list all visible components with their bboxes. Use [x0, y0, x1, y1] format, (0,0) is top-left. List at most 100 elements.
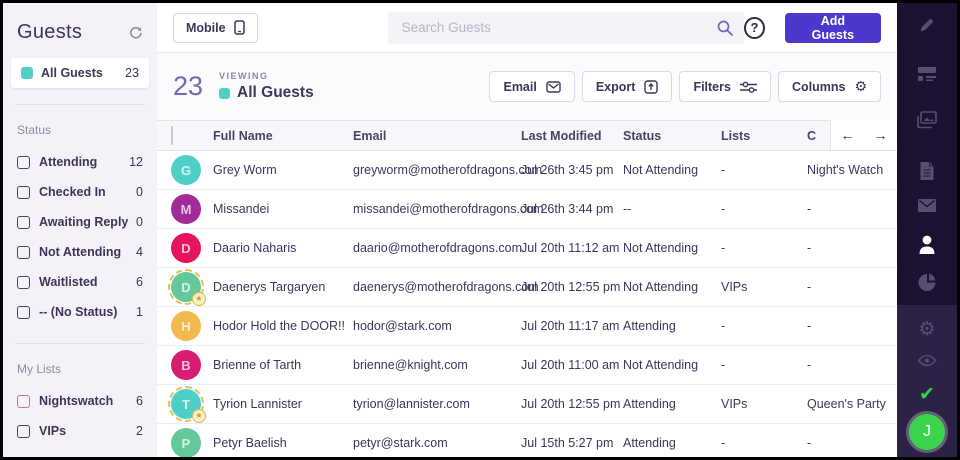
scroll-left-icon[interactable]: ←	[841, 128, 855, 142]
cell-full-name: Petyr Baelish	[213, 436, 353, 450]
images-icon	[917, 111, 937, 129]
columns-button[interactable]: Columns ⚙	[778, 71, 881, 102]
filter-count: 0	[136, 215, 143, 229]
filter-checkbox[interactable]	[17, 276, 30, 289]
forms-button[interactable]	[917, 66, 937, 82]
reports-button[interactable]	[918, 273, 937, 292]
table-row[interactable]: G Grey Worm greyworm@motherofdragons.com…	[157, 151, 897, 190]
table-row[interactable]: D Daario Naharis daario@motherofdragons.…	[157, 229, 897, 268]
filter-count: 1	[136, 305, 143, 319]
filter-checkbox[interactable]	[17, 425, 30, 438]
filter-label: Waitlisted	[39, 275, 136, 289]
all-guests-count: 23	[125, 66, 139, 80]
compose-button[interactable]	[917, 15, 937, 35]
status-filter-item[interactable]: Checked In 0	[3, 177, 157, 207]
filter-count: 12	[129, 155, 143, 169]
status-filter-item[interactable]: Attending 12	[3, 147, 157, 177]
guests-nav-button[interactable]	[917, 234, 937, 255]
cell-lists: -	[721, 358, 807, 372]
eye-icon	[917, 354, 937, 367]
select-all-checkbox[interactable]	[171, 126, 173, 145]
col-header-email[interactable]: Email	[353, 129, 521, 143]
help-button[interactable]: ?	[744, 17, 764, 39]
table-row[interactable]: D Daenerys Targaryen daenerys@motherofdr…	[157, 268, 897, 307]
vip-star-badge	[192, 292, 206, 306]
table-row[interactable]: T Tyrion Lannister tyrion@lannister.com …	[157, 385, 897, 424]
status-filter-item[interactable]: -- (No Status) 1	[3, 297, 157, 327]
cell-email: tyrion@lannister.com	[353, 397, 521, 411]
filter-checkbox[interactable]	[17, 156, 30, 169]
images-button[interactable]	[917, 111, 937, 129]
col-header-status[interactable]: Status	[623, 129, 721, 143]
cell-lists: -	[721, 241, 807, 255]
question-icon: ?	[751, 20, 759, 35]
status-filter-item[interactable]: Not Attending 4	[3, 237, 157, 267]
check-icon: ✔	[919, 385, 935, 404]
filter-checkbox[interactable]	[17, 216, 30, 229]
cell-status: Attending	[623, 319, 721, 333]
guests-sidebar: Guests All Guests 23 Status Attending 12	[3, 3, 157, 457]
filter-checkbox[interactable]	[17, 306, 30, 319]
table-row[interactable]: H Hodor Hold the DOOR!! hodor@stark.com …	[157, 307, 897, 346]
email-nav-button[interactable]	[917, 198, 937, 213]
sidebar-item-all-guests[interactable]: All Guests 23	[11, 58, 149, 88]
cell-lists: -	[721, 202, 807, 216]
table-header: Full Name Email Last Modified Status Lis…	[157, 120, 897, 151]
col-header-lists[interactable]: Lists	[721, 129, 807, 143]
list-filter-item[interactable]: VIPs 2	[3, 416, 157, 446]
forms-icon	[917, 66, 937, 82]
search-input[interactable]	[388, 12, 745, 44]
cell-status: Not Attending	[623, 358, 721, 372]
list-filter-item[interactable]: Nightswatch 6	[3, 386, 157, 416]
cell-lists: -	[721, 319, 807, 333]
all-guests-color-swatch	[21, 67, 33, 79]
status-filter-item[interactable]: Waitlisted 6	[3, 267, 157, 297]
cell-other-list: Night's Watch	[807, 163, 897, 177]
table-row[interactable]: B Brienne of Tarth brienne@knight.com Ju…	[157, 346, 897, 385]
table-row[interactable]: M Missandei missandei@motherofdragons.co…	[157, 190, 897, 229]
export-button[interactable]: Export	[582, 71, 673, 102]
settings-button[interactable]: ⚙	[918, 320, 935, 339]
cell-full-name: Grey Worm	[213, 163, 353, 177]
user-avatar[interactable]: J	[909, 414, 945, 450]
status-filter-item[interactable]: Awaiting Reply 0	[3, 207, 157, 237]
envelope-icon	[546, 81, 561, 93]
refresh-button[interactable]	[128, 25, 143, 40]
publish-check-button[interactable]: ✔	[919, 385, 935, 404]
col-header-last-modified[interactable]: Last Modified	[521, 129, 623, 143]
guests-table: Full Name Email Last Modified Status Lis…	[157, 120, 897, 457]
cell-last-modified: Jul 26th 3:45 pm	[521, 163, 623, 177]
cell-status: Not Attending	[623, 163, 721, 177]
cell-last-modified: Jul 26th 3:44 pm	[521, 202, 623, 216]
add-guests-button[interactable]: Add Guests	[785, 13, 881, 43]
filter-checkbox[interactable]	[17, 246, 30, 259]
viewing-block: VIEWING All Guests	[219, 71, 314, 102]
table-row[interactable]: P Petyr Baelish petyr@stark.com Jul 15th…	[157, 424, 897, 457]
filter-checkbox[interactable]	[17, 186, 30, 199]
filters-button-label: Filters	[693, 80, 731, 94]
mobile-button[interactable]: Mobile	[173, 13, 258, 43]
table-body: G Grey Worm greyworm@motherofdragons.com…	[157, 151, 897, 457]
filters-button[interactable]: Filters	[679, 71, 771, 102]
app-nav-rail: ⚙ ✔ J	[897, 3, 957, 457]
document-icon	[919, 161, 936, 181]
email-button[interactable]: Email	[489, 71, 574, 102]
col-header-full-name[interactable]: Full Name	[213, 129, 353, 143]
export-icon	[644, 80, 658, 94]
filter-checkbox[interactable]	[17, 395, 30, 408]
cell-status: Not Attending	[623, 241, 721, 255]
mobile-label: Mobile	[186, 21, 226, 35]
documents-button[interactable]	[919, 161, 936, 181]
filter-label: Nightswatch	[39, 394, 136, 408]
cell-other-list: -	[807, 280, 897, 294]
settings-gear-icon: ⚙	[918, 320, 935, 339]
cell-email: greyworm@motherofdragons.com	[353, 163, 521, 177]
scroll-right-icon[interactable]: →	[874, 128, 888, 142]
my-lists-section-label: My Lists	[3, 360, 157, 386]
preview-button[interactable]	[917, 354, 937, 367]
guest-avatar: D	[171, 272, 201, 302]
sidebar-title: Guests	[17, 21, 82, 44]
guest-count: 23	[173, 71, 203, 102]
search-icon[interactable]	[716, 19, 734, 42]
status-section-label: Status	[3, 121, 157, 147]
